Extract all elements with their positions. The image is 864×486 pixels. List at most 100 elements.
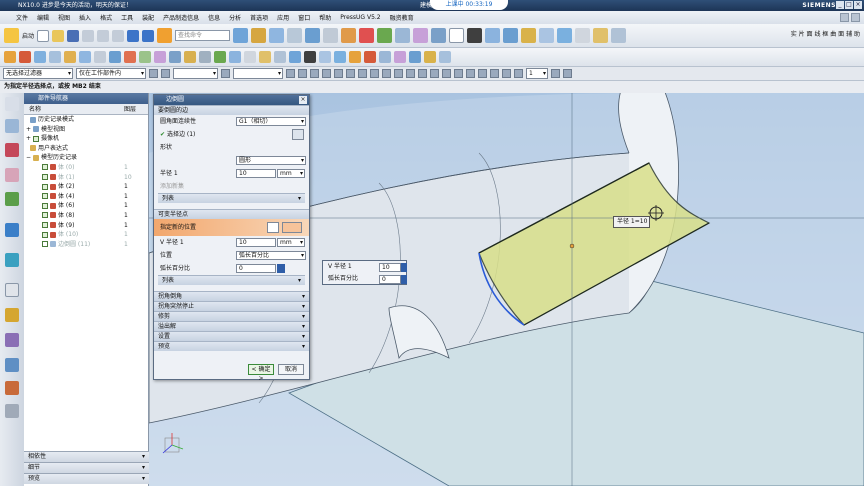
move-face-icon[interactable] — [289, 51, 301, 63]
hd3d-icon[interactable] — [5, 223, 19, 237]
datum-axis-icon[interactable] — [19, 51, 31, 63]
details-panel[interactable]: 细节 — [24, 462, 149, 473]
filter-icon[interactable] — [149, 69, 158, 78]
arc-icon[interactable] — [79, 51, 91, 63]
select-all-icon[interactable] — [161, 69, 170, 78]
tree-item[interactable]: 用户表达式 — [24, 144, 148, 154]
replace-face-icon[interactable] — [259, 51, 271, 63]
section-trim[interactable]: 修剪 — [154, 311, 309, 322]
new-location-label[interactable]: 指定新的位置 — [160, 224, 196, 231]
tree-item[interactable]: 边倒圆 (11) 1 — [24, 240, 148, 250]
select-edge-row[interactable]: ✔ 选择边 (1) — [154, 128, 309, 141]
snap-icon-l[interactable] — [406, 69, 415, 78]
move-icon[interactable] — [557, 28, 573, 43]
roles-icon[interactable] — [5, 333, 19, 347]
system-scenes-icon[interactable] — [5, 358, 19, 372]
tree-item[interactable]: − 模型历史记录 — [24, 153, 148, 163]
work-layer-icon[interactable] — [551, 69, 560, 78]
copy-icon[interactable] — [97, 29, 110, 42]
snap-icon-c[interactable] — [298, 69, 307, 78]
redo-icon[interactable] — [142, 29, 155, 42]
tree-item[interactable]: + 模型视图 — [24, 125, 148, 135]
menu-preferences[interactable]: 首选项 — [250, 13, 268, 22]
measure-icon[interactable] — [521, 28, 537, 43]
close-doc-icon[interactable] — [851, 13, 860, 22]
split-icon[interactable] — [244, 51, 256, 63]
list-section[interactable]: 列表 — [158, 193, 305, 204]
start-icon[interactable] — [4, 28, 19, 43]
new-file-icon[interactable] — [37, 29, 50, 42]
offset-icon[interactable] — [139, 51, 151, 63]
pan-icon[interactable] — [379, 51, 391, 63]
reuse-library-icon[interactable] — [5, 192, 19, 206]
cylinder-icon[interactable] — [323, 28, 339, 43]
preview-panel[interactable]: 预览 — [24, 473, 149, 484]
snap-select[interactable] — [173, 68, 218, 79]
section-stop-short[interactable]: 拐角突然停止 — [154, 301, 309, 312]
history-icon[interactable] — [5, 283, 19, 297]
snap-icon[interactable] — [424, 51, 436, 63]
close-icon[interactable]: × — [854, 1, 862, 9]
view-icon[interactable] — [449, 28, 465, 43]
trim-icon[interactable] — [124, 51, 136, 63]
boss-icon[interactable] — [287, 28, 303, 43]
layer-count-select[interactable]: 1 — [526, 68, 548, 79]
tree-item[interactable]: 体 (9) 1 — [24, 221, 148, 231]
cancel-button[interactable]: 取消 — [278, 364, 304, 375]
pattern-icon[interactable] — [199, 51, 211, 63]
wireframe-icon[interactable] — [319, 51, 331, 63]
block-icon[interactable] — [305, 28, 321, 43]
menu-tools[interactable]: 工具 — [121, 13, 133, 22]
orient-view-icon[interactable] — [485, 28, 501, 43]
snap-icon-m[interactable] — [418, 69, 427, 78]
settings-icon[interactable] — [5, 97, 19, 111]
list-section-2[interactable]: 列表 — [158, 275, 305, 286]
menu-pmi[interactable]: 产品制造信息 — [163, 13, 199, 22]
radius-input[interactable]: 10 — [236, 169, 276, 178]
sm-icon[interactable] — [214, 51, 226, 63]
restore-icon[interactable] — [840, 13, 849, 22]
section-preview[interactable]: 预览 — [154, 341, 309, 352]
menu-edit[interactable]: 编辑 — [37, 13, 49, 22]
assembly-navigator-icon[interactable] — [5, 119, 19, 133]
arc-spin-icon[interactable] — [277, 264, 285, 273]
snap-icon-r[interactable] — [478, 69, 487, 78]
scope-select[interactable]: 仅在工作部件内 — [76, 68, 146, 79]
web-browser-icon[interactable] — [5, 253, 19, 267]
snap-icon-b[interactable] — [286, 69, 295, 78]
tree-item[interactable]: 体 (1) 10 — [24, 173, 148, 183]
tree-item[interactable]: 体 (0) 1 — [24, 163, 148, 173]
snap-icon-h[interactable] — [358, 69, 367, 78]
menu-format[interactable]: 格式 — [100, 13, 112, 22]
edge-picker-icon[interactable] — [292, 129, 304, 140]
column-layer[interactable]: 图层 — [124, 104, 136, 115]
snap-icon-u[interactable] — [514, 69, 523, 78]
sketch-icon[interactable] — [157, 28, 173, 43]
thicken-icon[interactable] — [169, 51, 181, 63]
section-icon[interactable] — [394, 51, 406, 63]
datum-csys-icon[interactable] — [34, 51, 46, 63]
continuity-select[interactable]: G1（相切） — [236, 117, 306, 126]
workplane-icon[interactable] — [439, 51, 451, 63]
menu-education[interactable]: 融资教育 — [390, 13, 414, 22]
snap-icon-k[interactable] — [394, 69, 403, 78]
point-dialog-icon[interactable] — [267, 222, 279, 233]
popup-vradius-input[interactable]: 10 — [379, 263, 401, 272]
menu-window[interactable]: 窗口 — [298, 13, 310, 22]
revolve-icon[interactable] — [251, 28, 267, 43]
new-location-row[interactable]: 指定新的位置 — [154, 219, 309, 236]
shade-icon[interactable] — [304, 51, 316, 63]
tree-item[interactable]: 体 (10) 1 — [24, 230, 148, 240]
snap-icon-n[interactable] — [430, 69, 439, 78]
rotate-icon[interactable] — [364, 51, 376, 63]
position-select[interactable]: 弧长百分比 — [236, 251, 306, 260]
palette-icon[interactable] — [5, 381, 19, 395]
radius-unit-select[interactable]: mm — [277, 169, 305, 178]
dependencies-panel[interactable]: 相依性 — [24, 451, 149, 462]
annotation-icon[interactable] — [611, 28, 627, 43]
tree-item[interactable]: 体 (2) 1 — [24, 182, 148, 192]
panel-tabs-label[interactable]: 实 片 面 线 框 曲 面 辅 助 — [791, 29, 860, 38]
vradius-unit-select[interactable]: mm — [277, 238, 305, 247]
tree-item[interactable]: 体 (6) 1 — [24, 201, 148, 211]
snap-icon-s[interactable] — [490, 69, 499, 78]
